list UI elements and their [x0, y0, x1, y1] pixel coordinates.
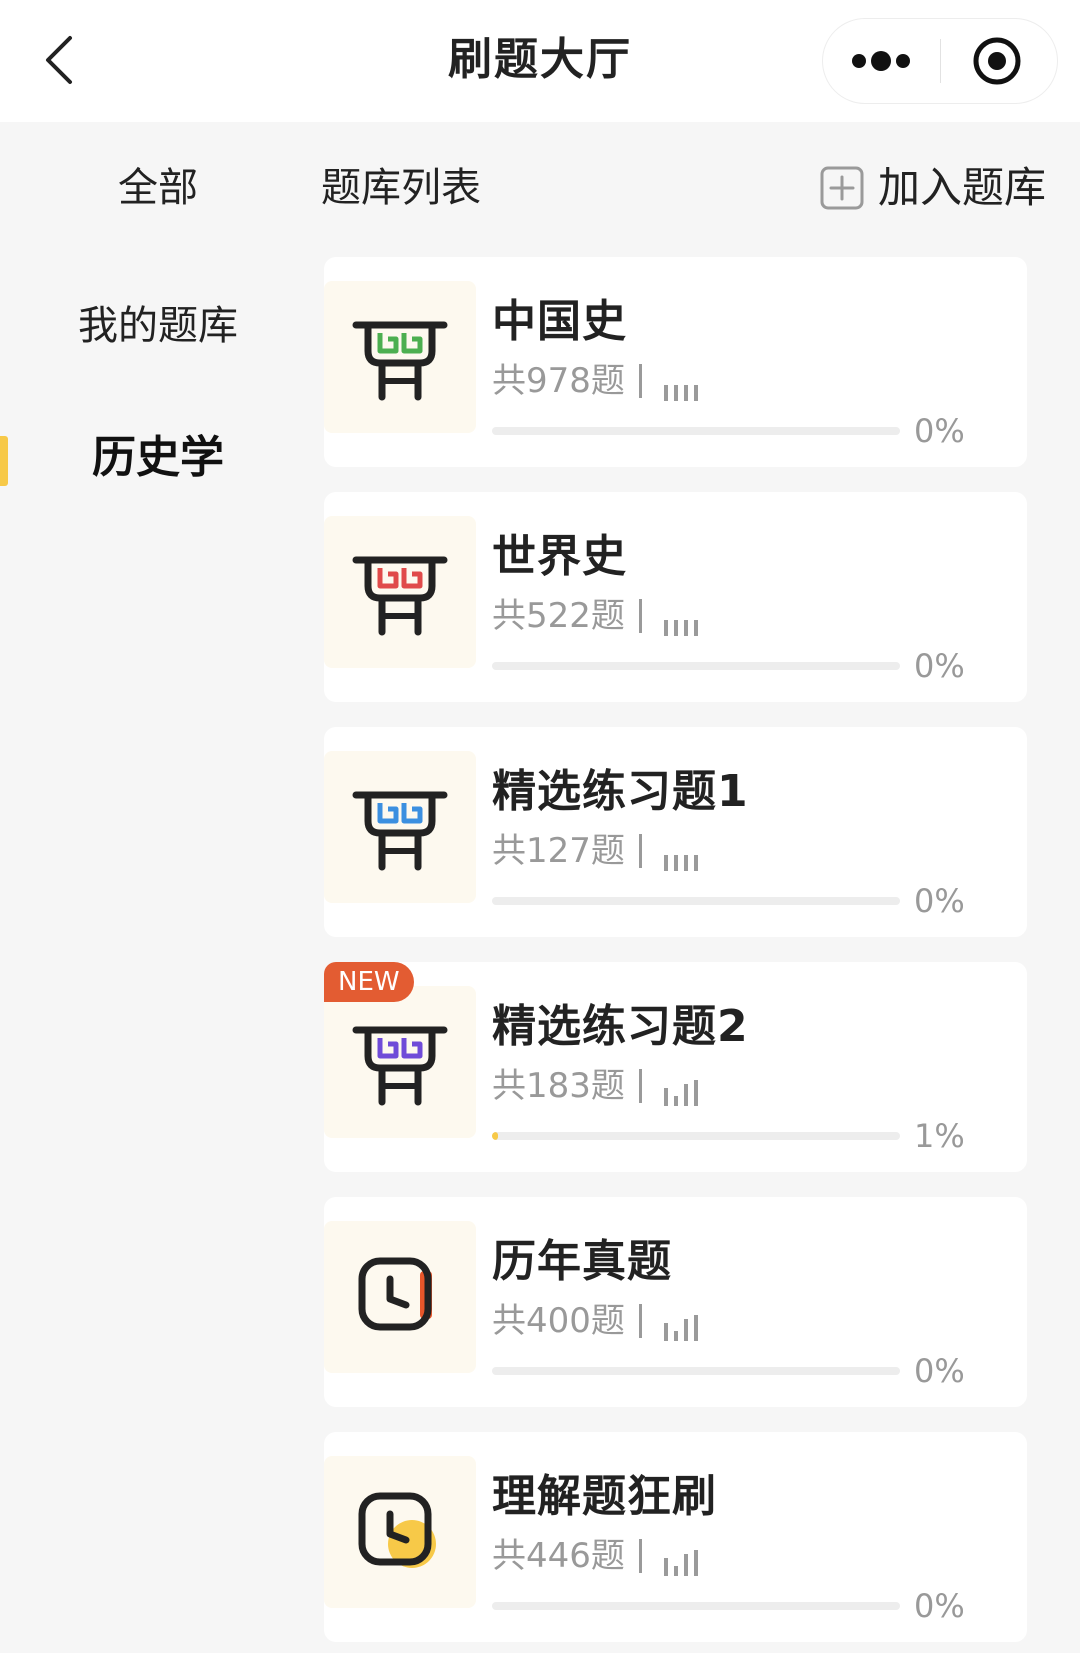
card-thumbnail [324, 281, 476, 433]
card-meta: 共183题 [492, 1062, 704, 1110]
plus-square-icon [820, 166, 864, 210]
card-title: 精选练习题1 [492, 766, 749, 817]
join-button-label: 加入题库 [878, 163, 1047, 212]
difficulty-icon [660, 361, 704, 401]
card-meta: 共400题 [492, 1297, 704, 1345]
question-bank-card-6[interactable]: 理解题狂刷 共446题 0% [324, 1432, 1027, 1642]
progress-fill [492, 1132, 498, 1140]
progress-percent: 0% [914, 647, 965, 685]
progress-percent: 0% [914, 412, 965, 450]
progress-bar [492, 897, 900, 905]
question-count: 共522题 [492, 596, 625, 636]
top-nav-bar: 刷题大厅 [0, 0, 1080, 122]
difficulty-icon [660, 1066, 704, 1106]
progress-bar [492, 427, 900, 435]
progress-bar [492, 662, 900, 670]
question-bank-card-3[interactable]: 精选练习题1 共127题 0% [324, 727, 1027, 937]
progress-percent: 1% [914, 1117, 965, 1155]
meta-separator [638, 1069, 642, 1103]
difficulty-icon [660, 1536, 704, 1576]
progress-percent: 0% [914, 882, 965, 920]
difficulty-icon [660, 1301, 704, 1341]
card-thumbnail [324, 1456, 476, 1608]
sidebar-item-my-banks[interactable]: 我的题库 [0, 296, 316, 356]
card-meta: 共127题 [492, 827, 704, 875]
card-thumbnail [324, 516, 476, 668]
progress-percent: 0% [914, 1352, 965, 1390]
card-meta: 共522题 [492, 592, 704, 640]
meta-separator [638, 1304, 642, 1338]
card-thumbnail [324, 1221, 476, 1373]
question-bank-card-2[interactable]: 世界史 共522题 0% [324, 492, 1027, 702]
meta-separator [638, 599, 642, 633]
join-question-bank-button[interactable]: 加入题库 [820, 160, 1046, 216]
card-title: 中国史 [492, 296, 627, 347]
close-miniprogram-button[interactable] [941, 19, 1057, 103]
question-count: 共183题 [492, 1066, 625, 1106]
bookshelf-icon [352, 556, 448, 636]
question-count: 共446题 [492, 1536, 625, 1576]
question-bank-card-5[interactable]: 历年真题 共400题 0% [324, 1197, 1027, 1407]
card-title: 精选练习题2 [492, 1001, 749, 1052]
miniprogram-capsule [822, 18, 1058, 104]
bookshelf-icon [352, 321, 448, 401]
tab-all[interactable]: 全部 [0, 160, 316, 216]
card-title: 理解题狂刷 [492, 1471, 717, 1522]
question-count: 共127题 [492, 831, 625, 871]
progress-percent: 0% [914, 1587, 965, 1625]
progress-bar [492, 1132, 900, 1140]
question-bank-card-1[interactable]: 中国史 共978题 0% [324, 257, 1027, 467]
bookshelf-icon [352, 791, 448, 871]
card-meta: 共978题 [492, 357, 704, 405]
clock-icon [358, 1492, 436, 1568]
card-thumbnail [324, 751, 476, 903]
card-thumbnail [324, 986, 476, 1138]
card-meta: 共446题 [492, 1532, 704, 1580]
more-button[interactable] [823, 19, 940, 103]
question-count: 共978题 [492, 361, 625, 401]
question-bank-list-title: 题库列表 [321, 165, 481, 211]
new-badge: NEW [324, 962, 414, 1002]
more-dots-icon [852, 51, 910, 71]
clock-icon [358, 1257, 432, 1331]
question-bank-card-4[interactable]: 精选练习题2 共183题 1% NEW [324, 962, 1027, 1172]
question-count: 共400题 [492, 1301, 625, 1341]
meta-separator [638, 1539, 642, 1573]
meta-separator [638, 364, 642, 398]
progress-bar [492, 1602, 900, 1610]
meta-separator [638, 834, 642, 868]
card-title: 世界史 [492, 531, 627, 582]
sidebar-item-history[interactable]: 历史学 [0, 428, 316, 488]
difficulty-icon [660, 831, 704, 871]
bookshelf-icon [352, 1026, 448, 1106]
progress-bar [492, 1367, 900, 1375]
target-circle-icon [973, 37, 1021, 85]
difficulty-icon [660, 596, 704, 636]
card-title: 历年真题 [492, 1236, 672, 1287]
